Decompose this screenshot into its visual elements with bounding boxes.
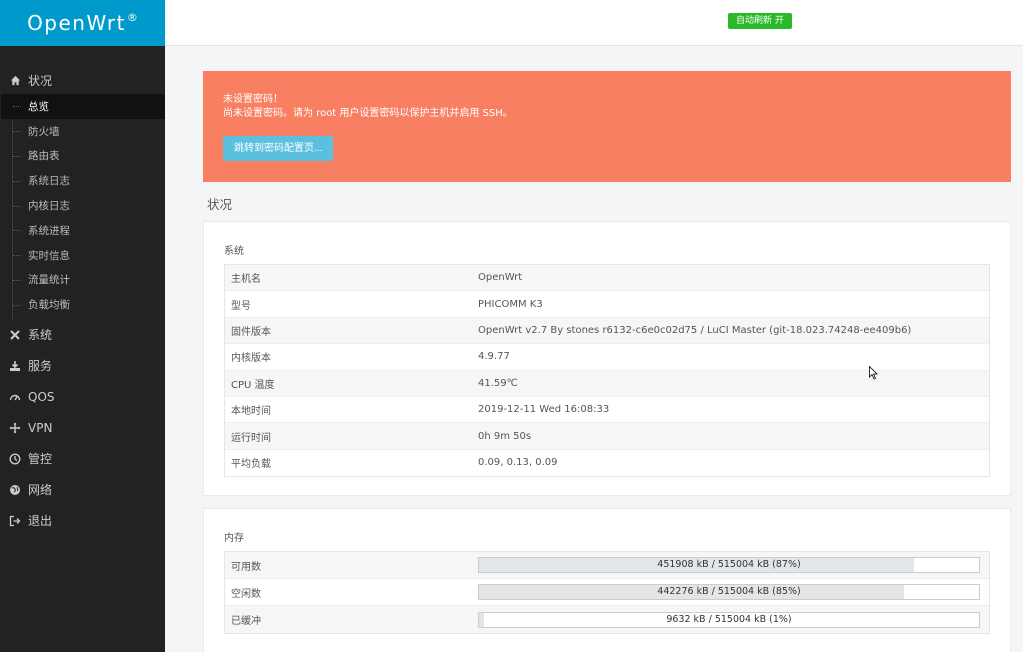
progress-text: 9632 kB / 515004 kB (1%) (666, 613, 792, 625)
nav-control[interactable]: 管控 (0, 443, 165, 474)
sub-item-system-log[interactable]: 系统日志 (13, 168, 165, 193)
table-row: 运行时间 0h 9m 50s (225, 423, 989, 450)
row-key: 空闲数 (231, 588, 261, 600)
memory-card-title: 内存 (224, 533, 244, 545)
nav-system[interactable]: 系统 (0, 319, 165, 350)
sub-item-firewall[interactable]: 防火墙 (13, 119, 165, 144)
row-value: 41.59℃ (478, 377, 518, 389)
memory-progress-bar: 451908 kB / 515004 kB (87%) (478, 557, 980, 574)
progress-text: 451908 kB / 515004 kB (87%) (657, 559, 801, 571)
row-key: 主机名 (231, 274, 261, 286)
no-password-alert: 未设置密码！ 尚未设置密码。请为 root 用户设置密码以保护主机并启用 SSH… (203, 71, 1011, 182)
sub-item-kernel-log[interactable]: 内核日志 (13, 193, 165, 218)
progress-text: 442276 kB / 515004 kB (85%) (657, 586, 801, 598)
top-header: 自动刷新 开 (165, 0, 1023, 46)
nav-network-label: 网络 (28, 483, 53, 498)
home-icon (9, 74, 21, 86)
nav-qos-label: QOS (28, 389, 55, 404)
status-submenu: 总览 防火墙 路由表 系统日志 内核日志 系统进程 实时信息 流量统计 负载均衡 (1, 94, 165, 320)
clock-icon (9, 453, 21, 465)
tools-icon (9, 329, 21, 341)
table-row: 空闲数 442276 kB / 515004 kB (85%) (225, 579, 989, 607)
memory-card: 内存 可用数 451908 kB / 515004 kB (87%) 空闲数 4… (203, 508, 1011, 652)
nav-control-label: 管控 (28, 452, 53, 467)
row-value: OpenWrt v2.7 By stones r6132-c6e0c02d75 … (478, 324, 912, 336)
row-key: 固件版本 (231, 326, 271, 338)
move-arrows-icon (9, 422, 21, 434)
row-value: 0.09, 0.13, 0.09 (478, 457, 558, 469)
nav-vpn-label: VPN (28, 420, 53, 435)
globe-icon (9, 484, 21, 496)
nav-qos[interactable]: QOS (0, 381, 165, 412)
sub-item-processes[interactable]: 系统进程 (13, 218, 165, 243)
goto-password-button[interactable]: 跳转到密码配置页... (223, 136, 334, 161)
nav-status-label: 状况 (28, 73, 53, 88)
sub-item-load-balance[interactable]: 负载均衡 (13, 292, 165, 317)
nav-logout-label: 退出 (28, 514, 53, 529)
system-card-title: 系统 (224, 246, 244, 257)
memory-progress-bar: 9632 kB / 515004 kB (1%) (478, 611, 980, 628)
main-content: 未设置密码！ 尚未设置密码。请为 root 用户设置密码以保护主机并启用 SSH… (203, 71, 1011, 652)
alert-heading: 未设置密码！ (223, 94, 283, 105)
row-value: 4.9.77 (478, 351, 510, 363)
row-key: 本地时间 (231, 406, 271, 418)
table-row: 已缓冲 9632 kB / 515004 kB (1%) (225, 606, 989, 634)
auto-refresh-toggle[interactable]: 自动刷新 开 (728, 13, 792, 29)
nav-system-label: 系统 (28, 328, 53, 343)
row-key: 可用数 (231, 561, 261, 573)
sub-item-traffic[interactable]: 流量统计 (13, 268, 165, 293)
table-row: 型号 PHICOMM K3 (225, 291, 989, 318)
row-key: 平均负载 (231, 459, 271, 471)
nav-network[interactable]: 网络 (0, 474, 165, 505)
logout-icon (9, 515, 21, 527)
nav-menu: 状况 总览 防火墙 路由表 系统日志 内核日志 系统进程 实时信息 流量统计 负… (0, 46, 165, 536)
nav-logout[interactable]: 退出 (0, 505, 165, 536)
row-value: OpenWrt (478, 272, 523, 284)
row-value: 2019-12-11 Wed 16:08:33 (478, 404, 610, 416)
row-key: 运行时间 (231, 432, 271, 444)
table-row: 可用数 451908 kB / 515004 kB (87%) (225, 552, 989, 580)
row-key: CPU 温度 (231, 379, 275, 391)
row-value: 0h 9m 50s (478, 430, 532, 442)
nav-vpn[interactable]: VPN (0, 412, 165, 443)
table-row: 主机名 OpenWrt (225, 265, 989, 292)
sub-item-overview[interactable]: 总览 (1, 94, 165, 119)
brand-registered-mark: ® (126, 10, 138, 24)
page-title: 状况 (207, 197, 233, 212)
sub-item-routes[interactable]: 路由表 (13, 144, 165, 169)
alert-message: 尚未设置密码。请为 root 用户设置密码以保护主机并启用 SSH。 (223, 108, 513, 119)
dashboard-icon (9, 391, 21, 403)
table-row: 平均负载 0.09, 0.13, 0.09 (225, 450, 989, 476)
system-card: 系统 主机名 OpenWrt 型号 PHICOMM K3 固件版本 OpenWrt v… (203, 221, 1011, 497)
row-key: 内核版本 (231, 353, 271, 365)
table-row: 本地时间 2019-12-11 Wed 16:08:33 (225, 397, 989, 424)
table-row: 固件版本 OpenWrt v2.7 By stones r6132-c6e0c02… (225, 317, 989, 345)
mouse-cursor-icon (869, 366, 878, 380)
sidebar: OpenWrt ® 状况 总览 防火墙 路由表 系统日志 内核日志 系统进程 实时… (0, 0, 165, 652)
nav-services[interactable]: 服务 (0, 350, 165, 381)
nav-services-label: 服务 (28, 359, 53, 374)
memory-table: 可用数 451908 kB / 515004 kB (87%) 空闲数 4422… (224, 551, 990, 635)
row-value: PHICOMM K3 (478, 298, 543, 310)
brand-logo[interactable]: OpenWrt ® (0, 0, 165, 46)
memory-progress-bar: 442276 kB / 515004 kB (85%) (478, 584, 980, 601)
row-key: 型号 (231, 300, 251, 312)
download-icon (9, 360, 21, 372)
row-key: 已缓冲 (231, 616, 261, 628)
sub-item-realtime[interactable]: 实时信息 (13, 243, 165, 268)
brand-name: OpenWrt (27, 11, 126, 35)
nav-status[interactable]: 状况 (0, 66, 165, 94)
